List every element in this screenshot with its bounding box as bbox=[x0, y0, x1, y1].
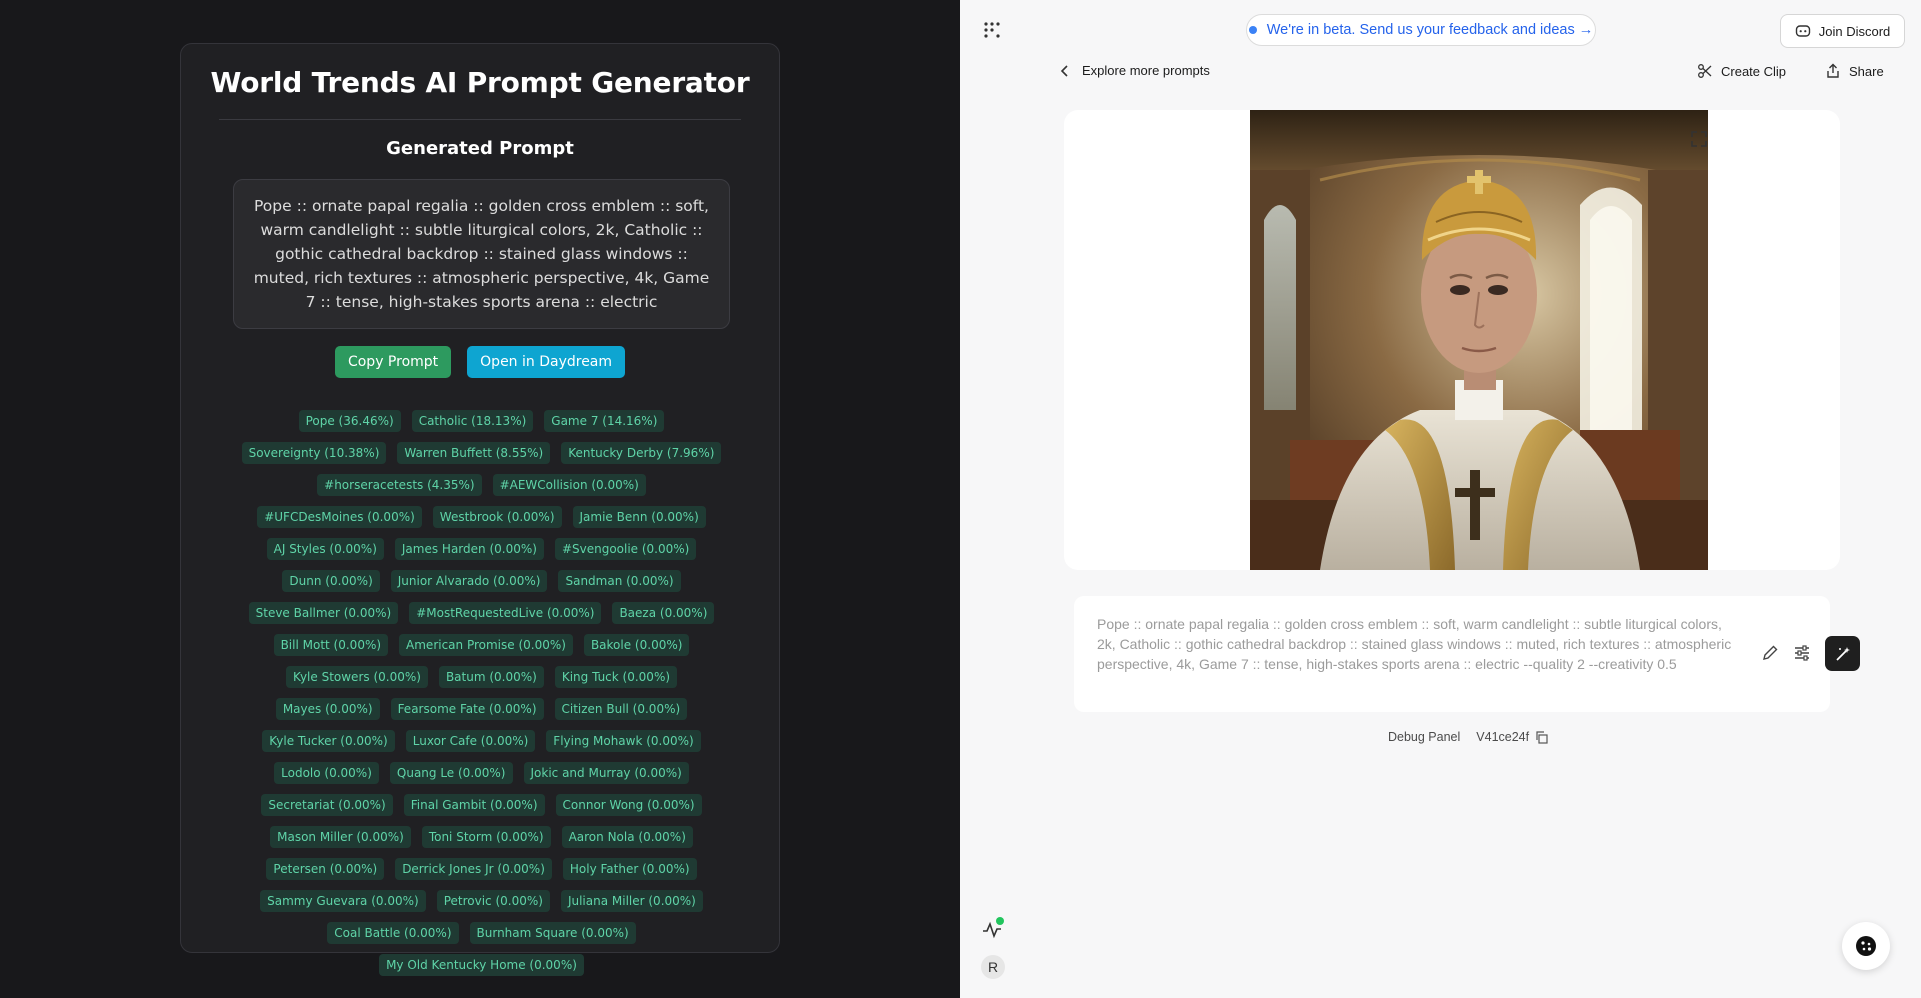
grid-dots-icon[interactable] bbox=[982, 20, 1002, 40]
expand-icon[interactable] bbox=[1690, 130, 1708, 148]
cookie-icon[interactable] bbox=[1842, 922, 1890, 970]
trend-tag[interactable]: Holy Father (0.00%) bbox=[562, 858, 697, 880]
trend-tag[interactable]: Quang Le (0.00%) bbox=[389, 762, 513, 784]
trend-tag-list: Pope (36.46%) Catholic (18.13%) Game 7 (14… bbox=[233, 410, 730, 976]
trend-tag[interactable]: #Svengoolie (0.00%) bbox=[554, 538, 697, 560]
trend-tag[interactable]: Flying Mohawk (0.00%) bbox=[546, 730, 701, 752]
trend-tag[interactable]: Mayes (0.00%) bbox=[275, 698, 380, 720]
share-label: Share bbox=[1849, 63, 1884, 79]
generated-prompt-text: Pope :: ornate papal regalia :: golden c… bbox=[233, 179, 730, 329]
trend-tag[interactable]: Luxor Cafe (0.00%) bbox=[405, 730, 536, 752]
trend-tag[interactable]: King Tuck (0.00%) bbox=[554, 666, 678, 688]
trend-tag[interactable]: Toni Storm (0.00%) bbox=[421, 826, 551, 848]
trend-tag[interactable]: Junior Alvarado (0.00%) bbox=[390, 570, 548, 592]
trend-tag[interactable]: Batum (0.00%) bbox=[438, 666, 544, 688]
sliders-icon[interactable] bbox=[1793, 644, 1811, 662]
section-heading: Generated Prompt bbox=[386, 138, 574, 159]
trend-tag[interactable]: American Promise (0.00%) bbox=[399, 634, 573, 656]
title-divider bbox=[219, 119, 741, 120]
debug-row: Debug Panel V41ce24f bbox=[1388, 730, 1548, 744]
prompt-input-text[interactable]: Pope :: ornate papal regalia :: golden c… bbox=[1097, 614, 1737, 674]
copy-icon[interactable] bbox=[1535, 730, 1548, 744]
explore-prompts-label: Explore more prompts bbox=[1082, 63, 1210, 78]
avatar[interactable]: R bbox=[981, 955, 1005, 979]
trend-tag[interactable]: #AEWCollision (0.00%) bbox=[492, 474, 646, 496]
trend-tag[interactable]: Sovereignty (10.38%) bbox=[241, 442, 387, 464]
debug-panel-link[interactable]: Debug Panel bbox=[1388, 730, 1460, 744]
discord-icon bbox=[1795, 24, 1811, 38]
generated-image[interactable] bbox=[1250, 110, 1708, 570]
trend-tag[interactable]: Petrovic (0.00%) bbox=[436, 890, 550, 912]
magic-wand-icon bbox=[1834, 645, 1852, 663]
trend-tag[interactable]: James Harden (0.00%) bbox=[394, 538, 544, 560]
trend-tag[interactable]: Coal Battle (0.00%) bbox=[327, 922, 459, 944]
trend-tag[interactable]: Game 7 (14.16%) bbox=[544, 410, 665, 432]
trend-tag[interactable]: #horseracetests (4.35%) bbox=[317, 474, 482, 496]
create-clip-button[interactable]: Create Clip bbox=[1697, 63, 1786, 79]
page-title: World Trends AI Prompt Generator bbox=[210, 66, 750, 99]
version-label: V41ce24f bbox=[1476, 730, 1530, 744]
pencil-icon[interactable] bbox=[1761, 644, 1779, 662]
trend-tag[interactable]: Kentucky Derby (7.96%) bbox=[561, 442, 722, 464]
trend-tag[interactable]: Citizen Bull (0.00%) bbox=[554, 698, 688, 720]
generator-pane: World Trends AI Prompt Generator Generat… bbox=[0, 0, 960, 998]
trend-tag[interactable]: Pope (36.46%) bbox=[298, 410, 401, 432]
trend-tag[interactable]: Kyle Tucker (0.00%) bbox=[262, 730, 395, 752]
daydream-pane: We're in beta. Send us your feedback and… bbox=[960, 0, 1921, 998]
join-discord-button[interactable]: Join Discord bbox=[1780, 14, 1905, 48]
trend-tag[interactable]: Juliana Miller (0.00%) bbox=[560, 890, 703, 912]
copy-prompt-button[interactable]: Copy Prompt bbox=[334, 346, 452, 378]
trend-tag[interactable]: Burnham Square (0.00%) bbox=[469, 922, 636, 944]
share-icon bbox=[1825, 63, 1841, 79]
trend-tag[interactable]: #UFCDesMoines (0.00%) bbox=[257, 506, 422, 528]
action-row: Copy Prompt Open in Daydream bbox=[181, 346, 779, 378]
trend-tag[interactable]: Fearsome Fate (0.00%) bbox=[390, 698, 544, 720]
trend-tag[interactable]: Connor Wong (0.00%) bbox=[555, 794, 702, 816]
trend-tag[interactable]: Bill Mott (0.00%) bbox=[273, 634, 389, 656]
trend-tag[interactable]: Baeza (0.00%) bbox=[612, 602, 715, 624]
create-clip-label: Create Clip bbox=[1721, 63, 1787, 79]
trend-tag[interactable]: Secretariat (0.00%) bbox=[261, 794, 393, 816]
join-discord-label: Join Discord bbox=[1818, 23, 1891, 39]
prompt-input[interactable]: Pope :: ornate papal regalia :: golden c… bbox=[1074, 596, 1860, 712]
explore-prompts-link[interactable]: Explore more prompts bbox=[1060, 63, 1210, 78]
trend-tag[interactable]: Sammy Guevara (0.00%) bbox=[260, 890, 426, 912]
trend-tag[interactable]: Aaron Nola (0.00%) bbox=[561, 826, 693, 848]
scissors-icon bbox=[1697, 63, 1713, 79]
trend-tag[interactable]: Sandman (0.00%) bbox=[558, 570, 681, 592]
trend-tag[interactable]: Final Gambit (0.00%) bbox=[403, 794, 545, 816]
trend-tag[interactable]: Jokic and Murray (0.00%) bbox=[523, 762, 689, 784]
trend-tag[interactable]: Lodolo (0.00%) bbox=[274, 762, 379, 784]
trend-tag[interactable]: Kyle Stowers (0.00%) bbox=[285, 666, 428, 688]
trend-tag[interactable]: Mason Miller (0.00%) bbox=[270, 826, 411, 848]
trend-tag[interactable]: Warren Buffett (8.55%) bbox=[397, 442, 551, 464]
trend-tag[interactable]: Steve Ballmer (0.00%) bbox=[248, 602, 399, 624]
trend-tag[interactable]: Westbrook (0.00%) bbox=[432, 506, 562, 528]
open-in-daydream-button[interactable]: Open in Daydream bbox=[467, 346, 626, 378]
generate-button[interactable] bbox=[1825, 636, 1860, 671]
share-button[interactable]: Share bbox=[1825, 63, 1884, 79]
chevron-left-icon bbox=[1060, 64, 1070, 77]
trend-tag[interactable]: Derrick Jones Jr (0.00%) bbox=[395, 858, 552, 880]
trend-tag[interactable]: Jamie Benn (0.00%) bbox=[572, 506, 706, 528]
trend-tag[interactable]: #MostRequestedLive (0.00%) bbox=[409, 602, 602, 624]
trend-tag[interactable]: AJ Styles (0.00%) bbox=[266, 538, 384, 560]
trend-tag[interactable]: Petersen (0.00%) bbox=[266, 858, 385, 880]
beta-feedback-banner[interactable]: We're in beta. Send us your feedback and… bbox=[1246, 14, 1596, 46]
beta-dot-icon bbox=[1248, 26, 1257, 34]
status-dot bbox=[996, 917, 1004, 925]
trend-tag[interactable]: Bakole (0.00%) bbox=[583, 634, 690, 656]
generated-image-card bbox=[1064, 110, 1840, 570]
generator-card: World Trends AI Prompt Generator Generat… bbox=[180, 43, 780, 976]
trend-tag[interactable]: Catholic (18.13%) bbox=[411, 410, 534, 432]
beta-banner-text: We're in beta. Send us your feedback and… bbox=[1266, 22, 1594, 38]
trend-tag[interactable]: My Old Kentucky Home (0.00%) bbox=[379, 954, 584, 976]
trend-tag[interactable]: Dunn (0.00%) bbox=[282, 570, 380, 592]
